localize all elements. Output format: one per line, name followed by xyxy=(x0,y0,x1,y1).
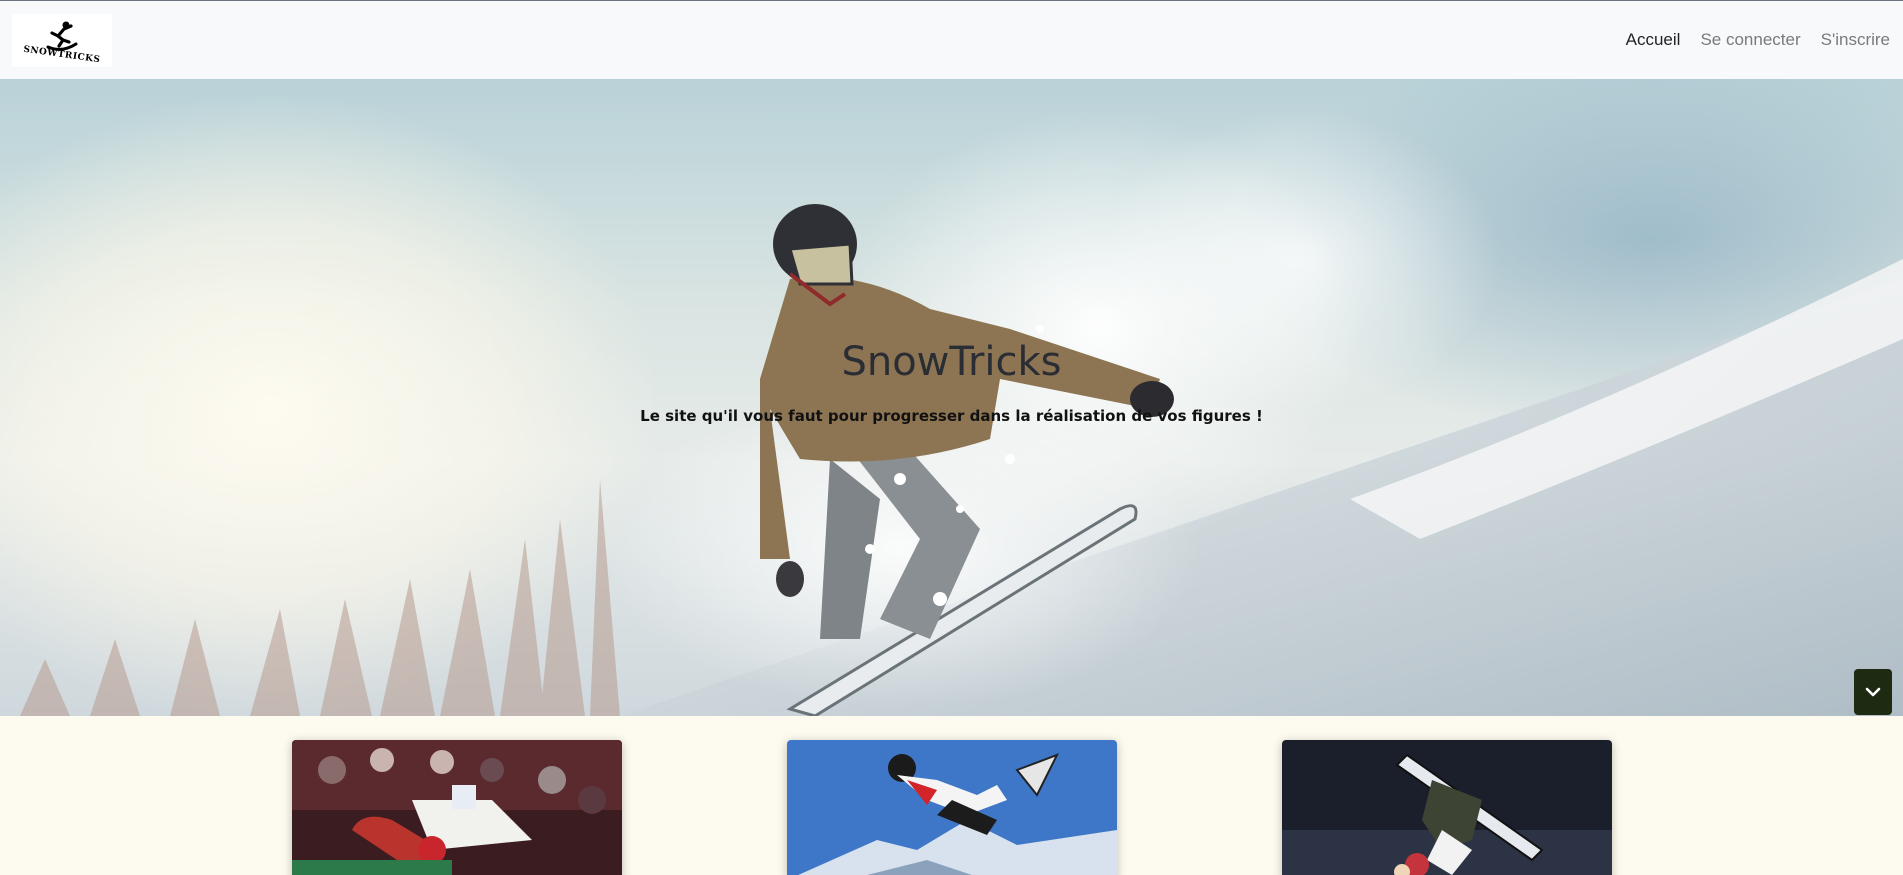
site-logo[interactable]: SNOWTRICKS xyxy=(12,13,112,67)
trick-card-image xyxy=(1282,740,1612,875)
nav-link-se-connecter[interactable]: Se connecter xyxy=(1700,30,1800,50)
navbar: SNOWTRICKS Accueil Se connecter S'inscri… xyxy=(0,0,1903,79)
tricks-list xyxy=(0,716,1903,875)
nav-link-s-inscrire[interactable]: S'inscrire xyxy=(1821,30,1890,50)
hero-content: SnowTricks Le site qu'il vous faut pour … xyxy=(0,79,1903,716)
hero-title: SnowTricks xyxy=(841,339,1062,385)
trick-card-image xyxy=(787,740,1117,875)
nav-link-accueil[interactable]: Accueil xyxy=(1626,30,1681,50)
nav-links: Accueil Se connecter S'inscrire xyxy=(1626,30,1890,50)
snowboarder-logo-icon xyxy=(46,21,78,51)
scroll-down-button[interactable] xyxy=(1854,669,1892,715)
hero-subtitle: Le site qu'il vous faut pour progresser … xyxy=(640,407,1263,425)
trick-card[interactable] xyxy=(1282,740,1612,875)
hero-banner: SnowTricks Le site qu'il vous faut pour … xyxy=(0,79,1903,716)
chevron-down-icon xyxy=(1865,687,1881,697)
trick-card-image xyxy=(292,740,622,875)
trick-card[interactable] xyxy=(292,740,622,875)
trick-card[interactable] xyxy=(787,740,1117,875)
